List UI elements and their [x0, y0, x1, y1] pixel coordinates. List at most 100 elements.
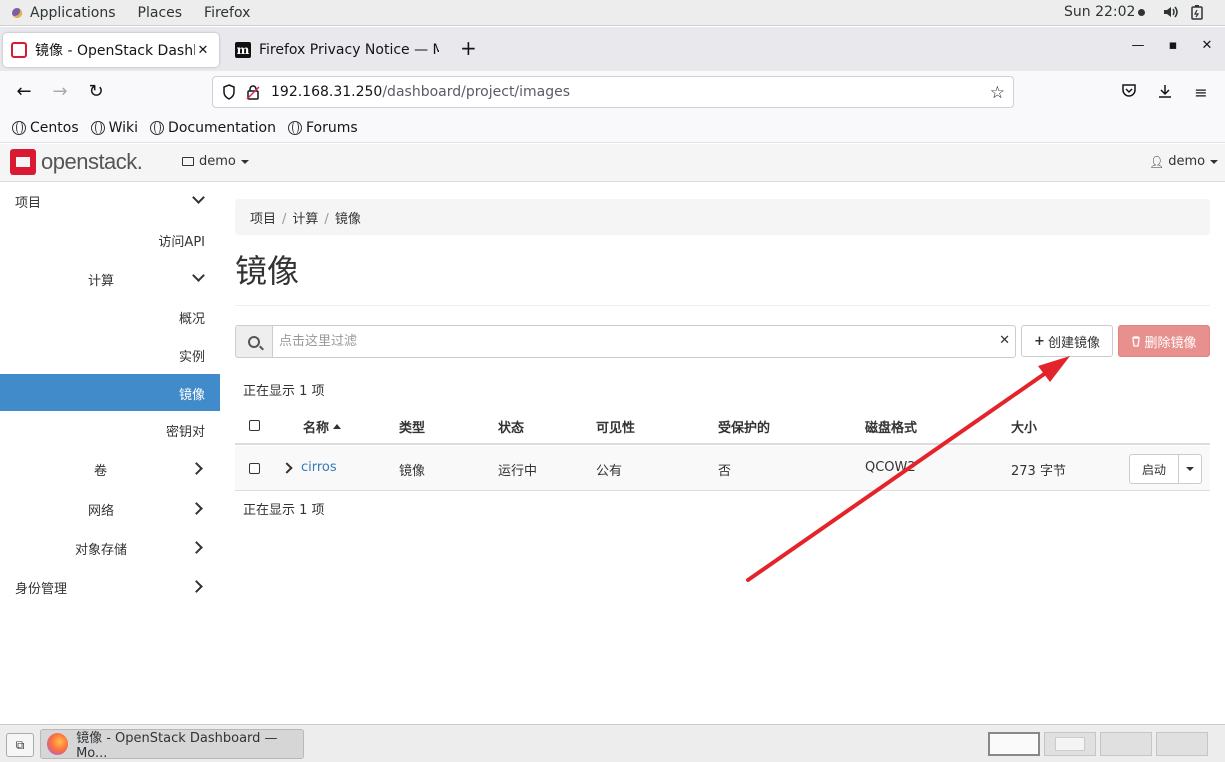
openstack-header: openstack. demo 👤︎ demo	[0, 144, 1225, 182]
image-disk-format: QCOW2	[865, 460, 916, 475]
bookmark-forums[interactable]: Forums	[287, 120, 358, 136]
column-header-size[interactable]: 大小	[1011, 417, 1037, 436]
system-tray[interactable]	[1163, 4, 1205, 20]
column-header-protected[interactable]: 受保护的	[718, 417, 770, 436]
table-header: 名称 类型 状态 可见性 受保护的 磁盘格式 大小	[235, 409, 1210, 445]
row-checkbox[interactable]	[249, 463, 260, 474]
bookmark-wiki[interactable]: Wiki	[90, 120, 138, 136]
user-icon: 👤︎	[1149, 154, 1165, 169]
sidebar-item-key-pairs[interactable]: 密钥对	[0, 411, 220, 448]
sidebar-item-overview[interactable]: 概况	[0, 298, 220, 335]
clear-filter-icon[interactable]: ✕	[999, 333, 1010, 348]
create-image-button[interactable]: + 创建镜像	[1021, 325, 1113, 357]
sidebar-item-api-access[interactable]: 访问API	[0, 221, 220, 258]
breadcrumb-item-current: 镜像	[334, 212, 361, 227]
launch-button[interactable]: 启动	[1129, 454, 1179, 484]
notification-dot-icon	[1138, 8, 1146, 16]
sidebar-item-compute[interactable]: 计算	[0, 260, 220, 297]
sidebar-item-label: 网络	[88, 504, 115, 519]
clock-label: Sun 22:02	[1064, 4, 1136, 20]
column-header-disk-format[interactable]: 磁盘格式	[865, 417, 917, 436]
image-type: 镜像	[399, 464, 426, 479]
sidebar-item-images[interactable]: 镜像	[0, 374, 220, 411]
expand-row-chevron-icon[interactable]	[283, 461, 293, 475]
globe-icon	[12, 120, 26, 135]
sidebar-item-label: 密钥对	[165, 425, 205, 440]
openstack-favicon-icon	[11, 42, 27, 58]
sidebar-item-network[interactable]: 网络	[0, 490, 220, 527]
breadcrumb-item[interactable]: 计算	[292, 212, 318, 227]
search-icon	[248, 335, 260, 348]
minimize-window-icon[interactable]: —	[1128, 38, 1148, 53]
sidebar-item-project[interactable]: 项目	[0, 182, 220, 219]
address-bar[interactable]: 192.168.31.250/dashboard/project/images …	[212, 76, 1014, 108]
delete-images-button[interactable]: 删除镜像	[1118, 325, 1210, 357]
volume-icon[interactable]	[1163, 4, 1179, 20]
project-dropdown[interactable]: demo	[182, 154, 249, 169]
sidebar-item-label: 卷	[94, 464, 108, 479]
breadcrumb-item[interactable]: 项目	[250, 212, 276, 227]
tab-privacy-notice[interactable]: m Firefox Privacy Notice — M	[227, 33, 447, 67]
reload-icon[interactable]: ↻	[85, 81, 107, 103]
create-image-label: 创建镜像	[1047, 335, 1100, 351]
firefox-app-menu[interactable]: Firefox	[204, 5, 250, 21]
column-header-visibility[interactable]: 可见性	[596, 417, 635, 436]
filter-input[interactable]	[272, 325, 1016, 358]
sidebar-item-identity[interactable]: 身份管理	[0, 568, 220, 605]
server-icon	[182, 157, 194, 166]
applications-menu[interactable]: Applications	[10, 5, 116, 21]
taskbar-window-firefox[interactable]: 镜像 - OpenStack Dashboard — Mo...	[40, 729, 304, 761]
table-row: cirros 镜像 运行中 公有 否 QCOW2 273 字节 启动	[235, 446, 1210, 491]
workspace-2[interactable]	[1044, 732, 1096, 756]
downloads-icon[interactable]	[1156, 83, 1174, 103]
workspace-1[interactable]	[988, 732, 1040, 756]
close-tab-icon[interactable]: ✕	[195, 43, 211, 58]
column-header-status[interactable]: 状态	[498, 417, 524, 436]
bookmark-label: Documentation	[168, 119, 276, 136]
sidebar-item-label: 对象存储	[75, 543, 128, 558]
power-icon[interactable]	[1189, 4, 1205, 20]
globe-icon	[90, 120, 105, 135]
clock[interactable]: Sun 22:02	[1064, 4, 1146, 20]
item-count-top: 正在显示 1 项	[243, 384, 325, 399]
bookmark-documentation[interactable]: Documentation	[150, 120, 276, 136]
openstack-logo-icon	[10, 149, 36, 175]
insecure-lock-icon[interactable]	[245, 84, 261, 100]
tab-openstack-images[interactable]: 镜像 - OpenStack Dashbo ✕	[3, 33, 219, 67]
column-header-type[interactable]: 类型	[399, 417, 425, 436]
workspace-3[interactable]	[1100, 732, 1152, 756]
hamburger-menu-icon[interactable]: ≡	[1192, 83, 1210, 102]
navigation-toolbar: ← → ↻ 192.168.31.250/dashboard/project/i…	[0, 71, 1225, 113]
openstack-logo[interactable]: openstack.	[10, 149, 143, 175]
applications-label: Applications	[30, 4, 116, 21]
breadcrumb-separator: /	[324, 212, 329, 227]
chevron-down-icon	[192, 271, 204, 285]
select-all-checkbox[interactable]	[249, 420, 260, 431]
sidebar-item-object-store[interactable]: 对象存储	[0, 529, 220, 566]
sidebar-item-label: 身份管理	[15, 582, 68, 597]
shield-icon[interactable]	[221, 84, 237, 100]
globe-icon	[287, 120, 302, 135]
sidebar-item-instances[interactable]: 实例	[0, 336, 220, 373]
pocket-icon[interactable]	[1120, 83, 1138, 102]
close-window-icon[interactable]: ✕	[1197, 38, 1217, 53]
user-dropdown[interactable]: 👤︎ demo	[1149, 154, 1219, 169]
column-header-name[interactable]: 名称	[303, 417, 342, 436]
sidebar-item-volumes[interactable]: 卷	[0, 450, 220, 487]
filter-search-button[interactable]	[235, 325, 272, 358]
sidebar-item-label: 概况	[178, 312, 205, 327]
show-desktop-icon[interactable]: ⧉	[6, 733, 34, 757]
bookmark-centos[interactable]: Centos	[12, 120, 79, 136]
row-actions-dropdown[interactable]	[1178, 454, 1202, 484]
bookmark-star-icon[interactable]: ☆	[990, 83, 1005, 103]
sidebar-item-label: 访问API	[158, 235, 205, 250]
forward-arrow-icon[interactable]: →	[49, 81, 71, 103]
url-path: /dashboard/project/images	[382, 84, 571, 100]
tab-title: Firefox Privacy Notice — M	[259, 42, 439, 58]
new-tab-icon[interactable]: +	[460, 36, 477, 60]
maximize-window-icon[interactable]: ▪	[1163, 38, 1183, 53]
places-menu[interactable]: Places	[138, 5, 183, 21]
back-arrow-icon[interactable]: ←	[13, 81, 35, 103]
image-name-link[interactable]: cirros	[301, 460, 337, 475]
workspace-4[interactable]	[1156, 732, 1208, 756]
